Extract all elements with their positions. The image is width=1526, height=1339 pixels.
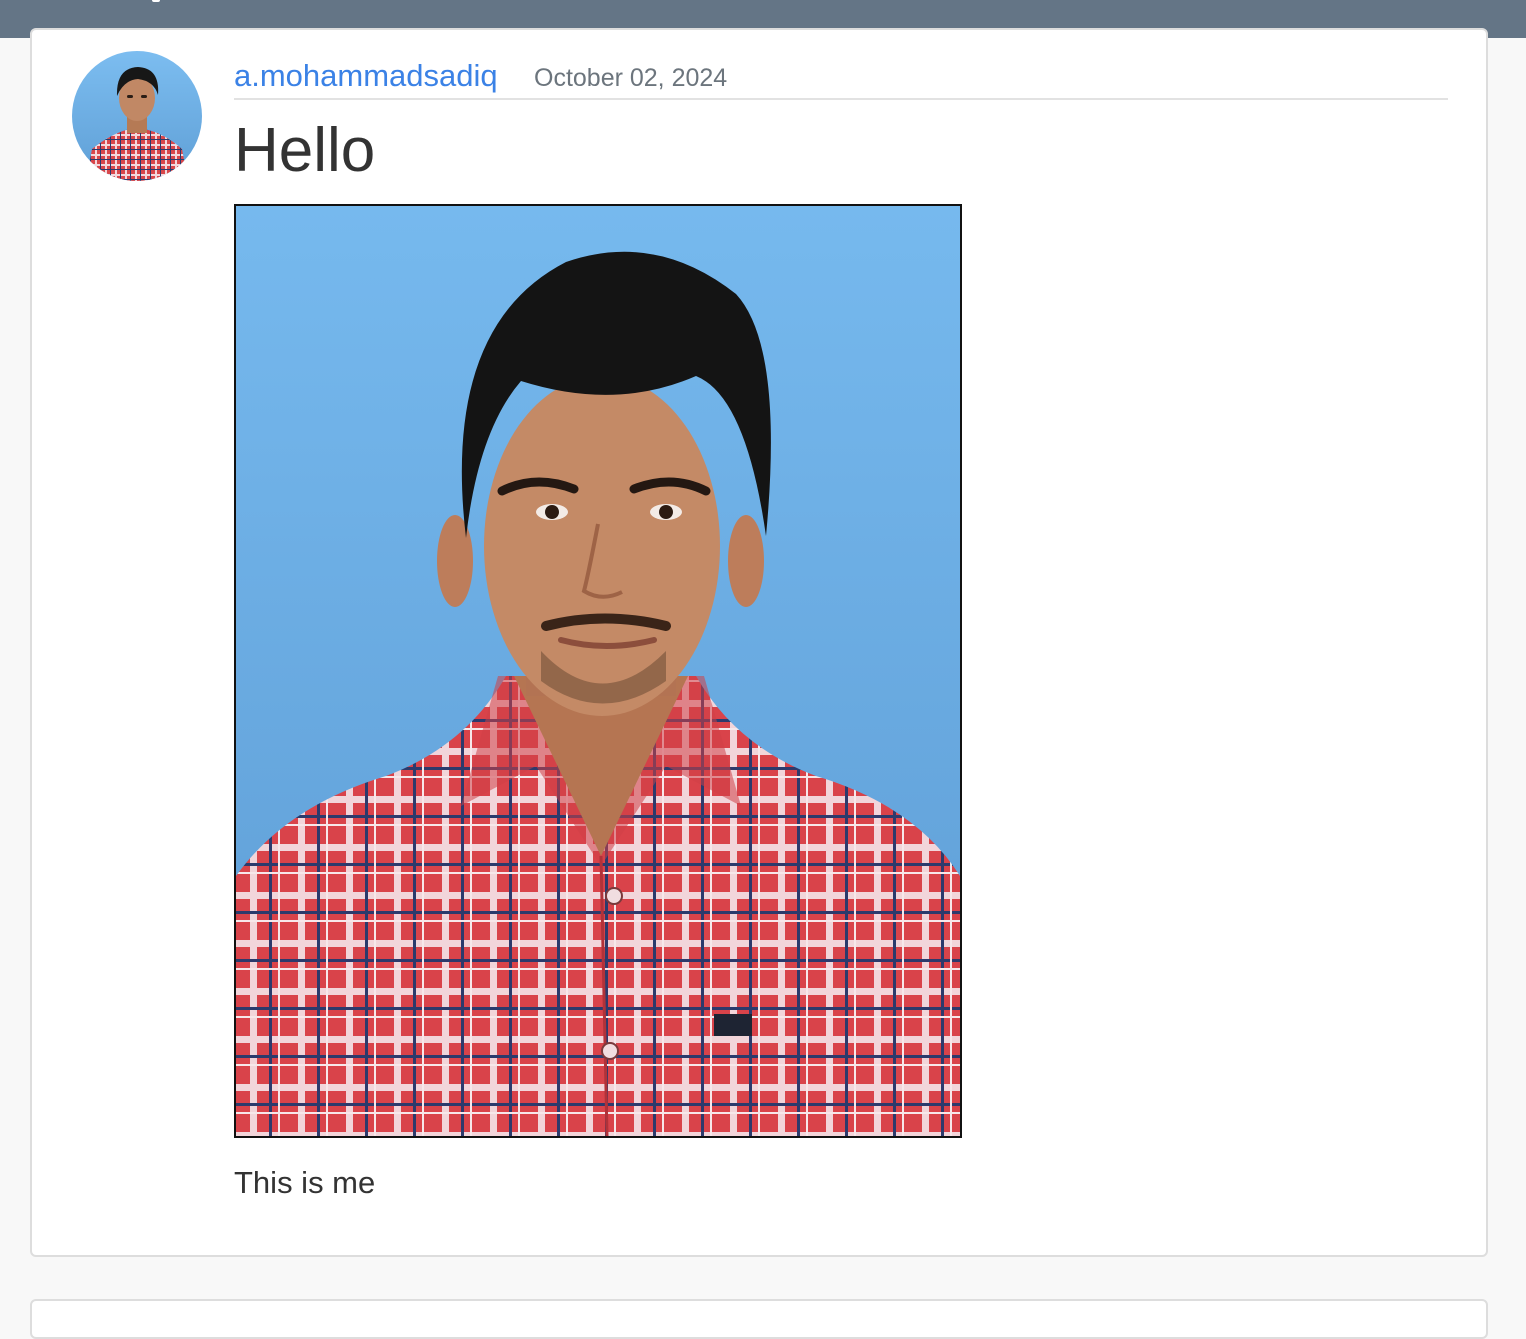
post-body: This is me [234,1165,376,1200]
post-date: October 02, 2024 [534,64,728,92]
post-image [234,204,962,1138]
navbar-text-fragment [152,0,160,2]
post-title: Hello [234,116,376,185]
author-avatar[interactable] [72,51,202,181]
next-post-card [30,1299,1488,1339]
avatar-photo-icon [72,51,202,181]
portrait-photo-icon [236,206,960,1136]
post-meta: a.mohammadsadiq October 02, 2024 [234,56,1448,100]
author-link[interactable]: a.mohammadsadiq [234,56,498,96]
